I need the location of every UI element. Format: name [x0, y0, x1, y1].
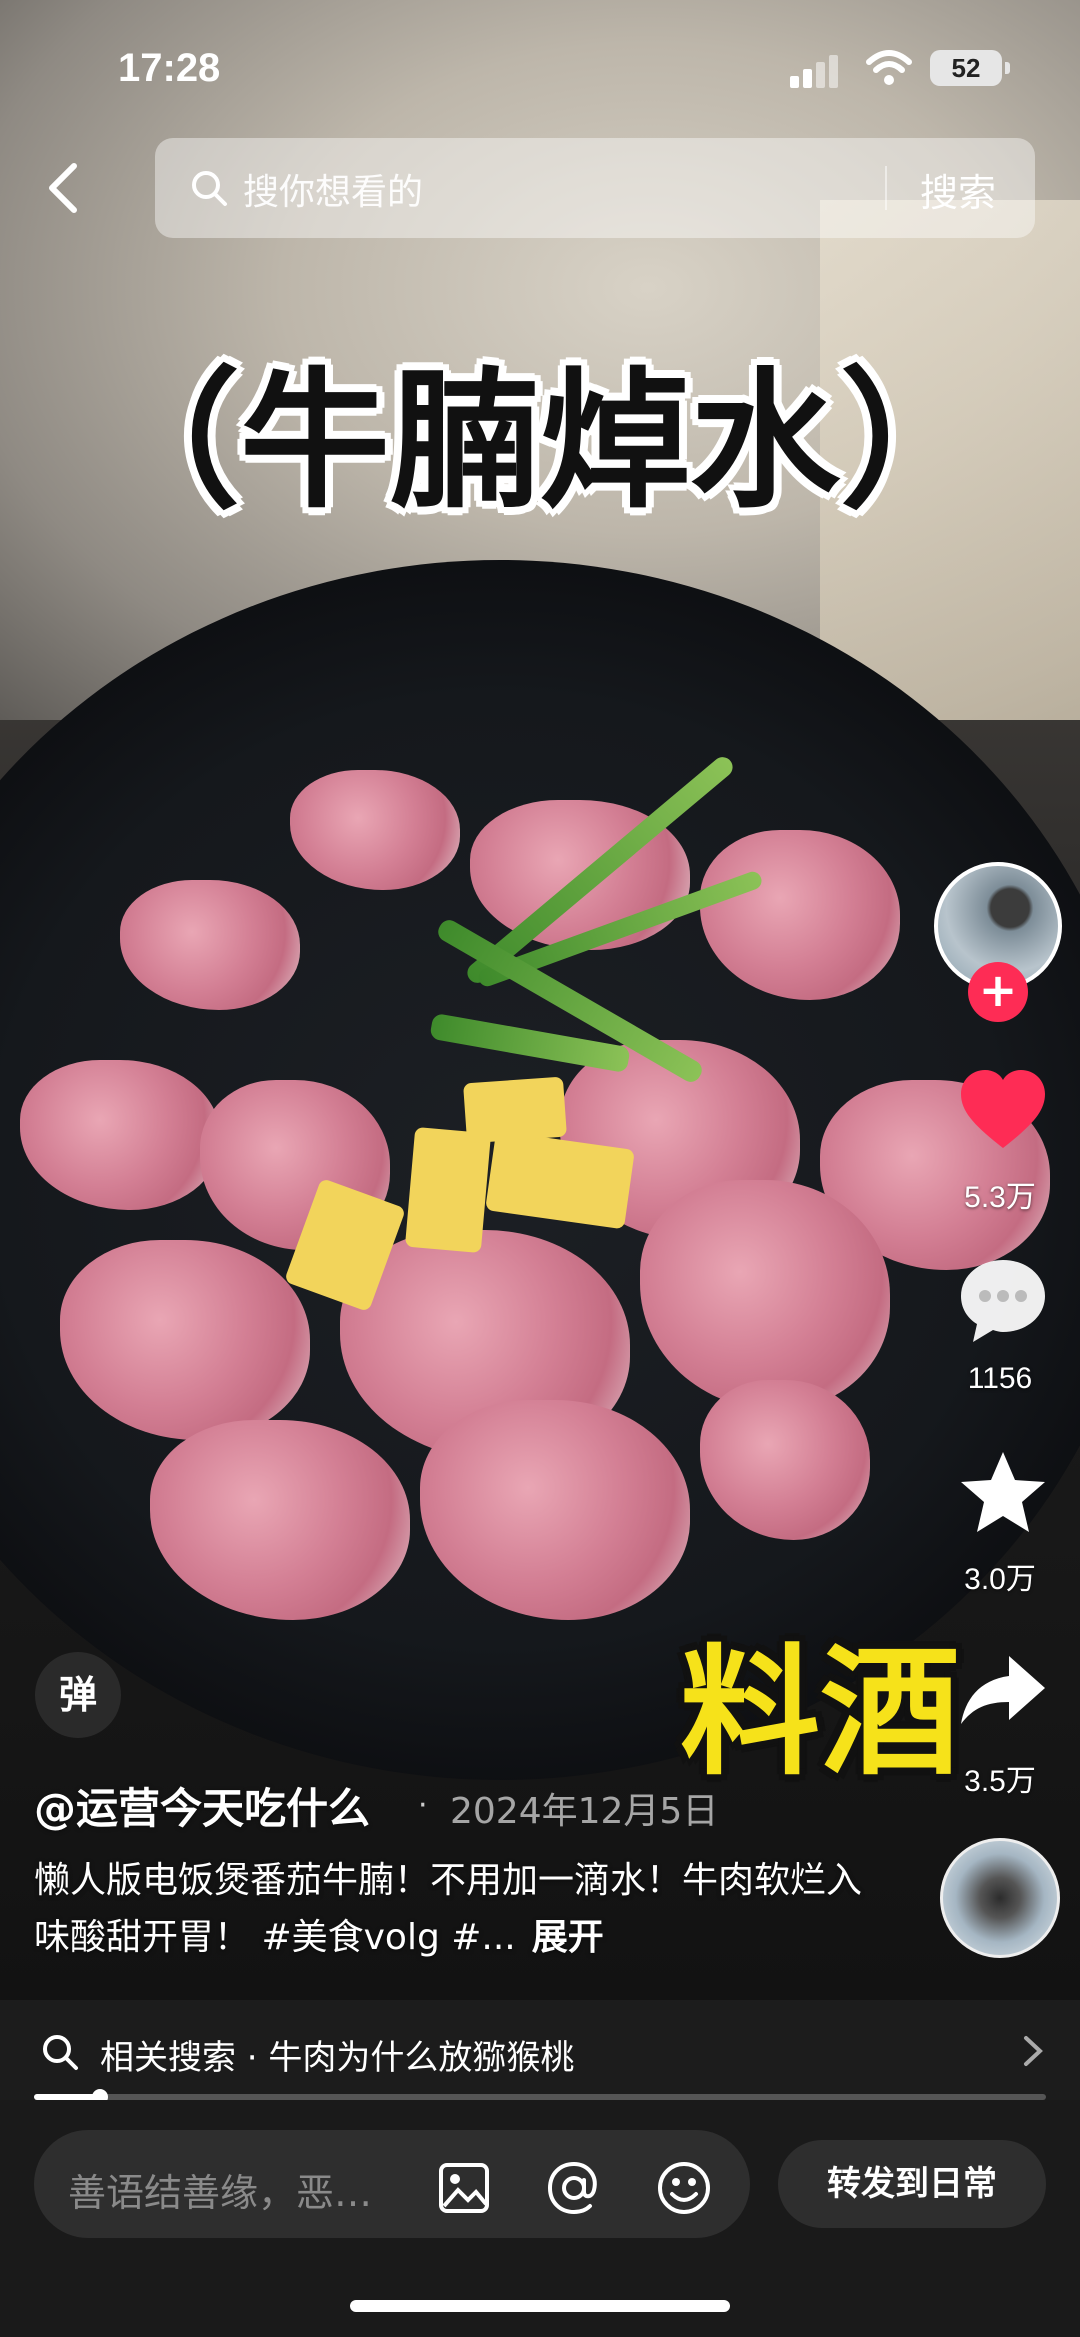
wifi-icon	[866, 50, 912, 85]
comment-count: 1156	[967, 1362, 1033, 1395]
ginger-slice	[404, 1126, 492, 1254]
status-time: 17:28	[118, 46, 221, 90]
search-placeholder: 搜你想看的	[243, 172, 424, 213]
danmaku-toggle-button[interactable]: 弹	[35, 1652, 121, 1738]
search-button[interactable]: 搜索	[920, 162, 996, 217]
author-name[interactable]: @运营今天吃什么	[34, 1775, 370, 1836]
author-date-separator: ·	[418, 1788, 428, 1823]
search-divider	[885, 166, 887, 210]
at-icon[interactable]	[546, 2160, 602, 2216]
heart-icon[interactable]	[955, 1062, 1051, 1158]
music-disc[interactable]	[940, 1838, 1060, 1958]
ginger-slice	[463, 1076, 567, 1144]
post-description-text: 懒人版电饭煲番茄牛腩！不用加一滴水！牛肉软烂入味酸甜开胃！ #美食volg #.…	[34, 1860, 863, 1958]
share-to-daily-button[interactable]: 转发到日常	[778, 2140, 1046, 2228]
chevron-right-icon	[1024, 2036, 1043, 2066]
image-icon[interactable]	[436, 2160, 492, 2216]
like-count: 5.3万	[964, 1181, 1036, 1214]
share-count: 3.5万	[964, 1765, 1036, 1798]
back-arrow-icon[interactable]	[38, 160, 94, 216]
favorite-count: 3.0万	[964, 1563, 1036, 1596]
video-overlay-tag: 料酒	[680, 1632, 961, 1795]
search-icon	[192, 171, 227, 206]
related-search-text: 相关搜索 · 牛肉为什么放猕猴桃	[100, 2038, 575, 2078]
video-overlay-title: （牛腩焯水）	[89, 355, 990, 529]
share-arrow-icon[interactable]	[955, 1644, 1051, 1740]
status-bar: 17:28 52	[0, 0, 1080, 140]
post-date: 2024年12月5日	[450, 1791, 719, 1832]
related-search-bar[interactable]: 相关搜索 · 牛肉为什么放猕猴桃	[0, 2000, 1080, 2100]
post-description[interactable]: 懒人版电饭煲番茄牛腩！不用加一滴水！牛肉软烂入味酸甜开胃！ #美食volg #.…	[34, 1852, 864, 1966]
follow-button[interactable]: +	[968, 962, 1028, 1022]
expand-link[interactable]: 展开	[532, 1917, 604, 1958]
star-icon[interactable]	[955, 1446, 1051, 1542]
comment-placeholder: 善语结善缘，恶…	[68, 2171, 373, 2215]
cellular-signal-icon	[790, 54, 842, 88]
search-bar[interactable]: 搜你想看的 搜索	[155, 138, 1035, 238]
comment-input[interactable]: 善语结善缘，恶…	[34, 2130, 750, 2238]
emoji-icon[interactable]	[656, 2160, 712, 2216]
home-indicator	[350, 2300, 730, 2312]
search-icon	[43, 2035, 78, 2070]
comment-bubble-icon[interactable]	[955, 1252, 1051, 1348]
battery-indicator: 52	[930, 50, 1010, 86]
